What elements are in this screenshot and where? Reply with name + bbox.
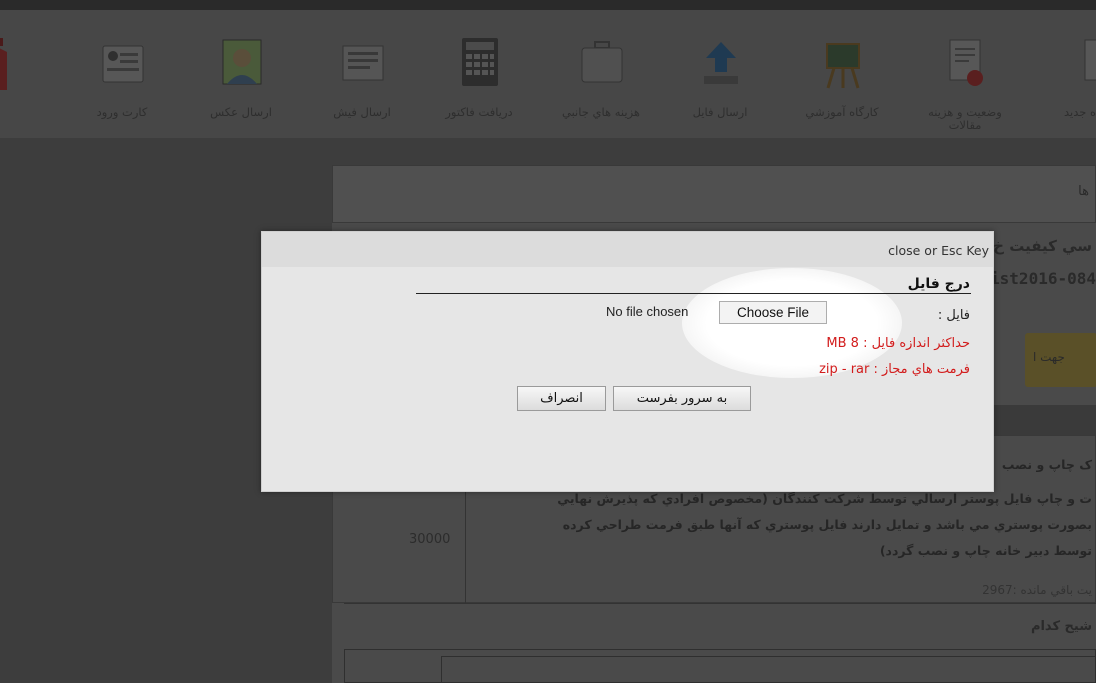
toolbar-item-label: ارسال فايل — [692, 105, 748, 119]
easel-icon — [826, 43, 860, 89]
background-action-label: جهت ا — [1033, 350, 1065, 364]
panel-heading: ها — [332, 165, 1096, 223]
toolbar-item-label: ارسال فيش — [333, 105, 391, 119]
background-title: سي كيفيت خ — [993, 237, 1092, 255]
toolbar-item-label: دريافت فاكتور — [445, 105, 513, 119]
toolbar: كارت ورود ارسال عكس ارسال فيش دريافت فاك… — [0, 10, 1096, 138]
section-label: شيح كدام — [1030, 619, 1092, 634]
or-text: or — [924, 243, 938, 258]
toolbar-item-bag[interactable] — [0, 38, 40, 138]
document-status-icon — [949, 39, 983, 86]
close-text[interactable]: close — [888, 243, 920, 258]
row-text-line: ک چاپ و نصب — [1001, 457, 1092, 472]
id-card-icon — [102, 45, 144, 83]
background-code: ist2016-084 — [990, 269, 1096, 288]
price-cell: 30000 — [409, 532, 451, 547]
row-text-line: توسط دبير خانه چاپ و نصب گردد) — [879, 543, 1092, 558]
toolbar-item-get-invoice[interactable]: دريافت فاكتور — [424, 38, 534, 138]
toolbar-item-label: ه جديد — [1063, 105, 1096, 119]
max-size-note: حداكثر اندازه فايل : 8 MB — [826, 336, 970, 351]
choose-file-button[interactable]: Choose File — [719, 301, 827, 324]
briefcase-icon — [581, 41, 623, 83]
toolbar-item-send-receipt[interactable]: ارسال فيش — [307, 38, 417, 138]
panel-heading-text: ها — [1078, 184, 1089, 199]
background-action-button[interactable]: جهت ا — [1025, 333, 1096, 387]
file-label: فايل : — [937, 308, 970, 323]
toolbar-item-label: ارسال عكس — [210, 105, 272, 119]
cancel-button[interactable]: انصراف — [517, 386, 606, 411]
upload-icon — [704, 42, 738, 84]
send-to-server-button[interactable]: به سرور بفرست — [613, 386, 751, 411]
divider — [344, 603, 1096, 604]
file-status: No file chosen — [606, 304, 689, 319]
toolbar-item-label: كارت ورود — [96, 105, 148, 119]
toolbar-item-label: هزينه هاي جانبي — [562, 105, 640, 119]
toolbar-item-send-photo[interactable]: ارسال عكس — [186, 38, 296, 138]
modal-header-bar — [262, 232, 993, 267]
receipt-icon — [342, 45, 384, 81]
toolbar-item-send-file[interactable]: ارسال فايل — [665, 38, 775, 138]
toolbar-item-paper-status[interactable]: وضعيت و هزينه مقالات — [910, 38, 1020, 138]
file-input[interactable]: No file chosen Choose File — [606, 301, 830, 325]
remaining-count: يت باقي مانده :2967 — [982, 583, 1092, 597]
row-text-line: ت و چاپ فايل پوستر ارسالي توسط شركت كنند… — [557, 491, 1092, 506]
esc-key-text: Esc Key — [941, 243, 989, 258]
title-divider — [416, 293, 971, 294]
toolbar-item-login-card[interactable]: كارت ورود — [67, 38, 177, 138]
toolbar-item-side-costs[interactable]: هزينه هاي جانبي — [546, 38, 656, 138]
form-title: درج فايل — [907, 276, 970, 292]
document-icon — [1084, 39, 1096, 81]
toolbar-item-label: وضعيت و هزينه مقالات — [928, 105, 1002, 132]
close-link[interactable]: close or Esc Key — [888, 243, 989, 258]
row-text-line: بصورت پوستري مي باشد و تمايل دارند فايل … — [562, 517, 1092, 532]
table-box — [344, 649, 1096, 683]
toolbar-item-label: كارگاه آموزشي — [805, 105, 879, 119]
file-upload-modal: close or Esc Key درج فايل فايل : No file… — [261, 231, 994, 492]
toolbar-item-workshop[interactable]: كارگاه آموزشي — [787, 38, 897, 138]
bag-icon — [0, 38, 7, 90]
allowed-formats-note: فرمت هاي مجاز : zip - rar — [819, 362, 970, 377]
calculator-icon — [462, 38, 498, 86]
photo-icon — [222, 39, 262, 85]
top-strip — [0, 0, 1096, 10]
toolbar-item-new[interactable]: ه جديد — [1030, 38, 1096, 138]
